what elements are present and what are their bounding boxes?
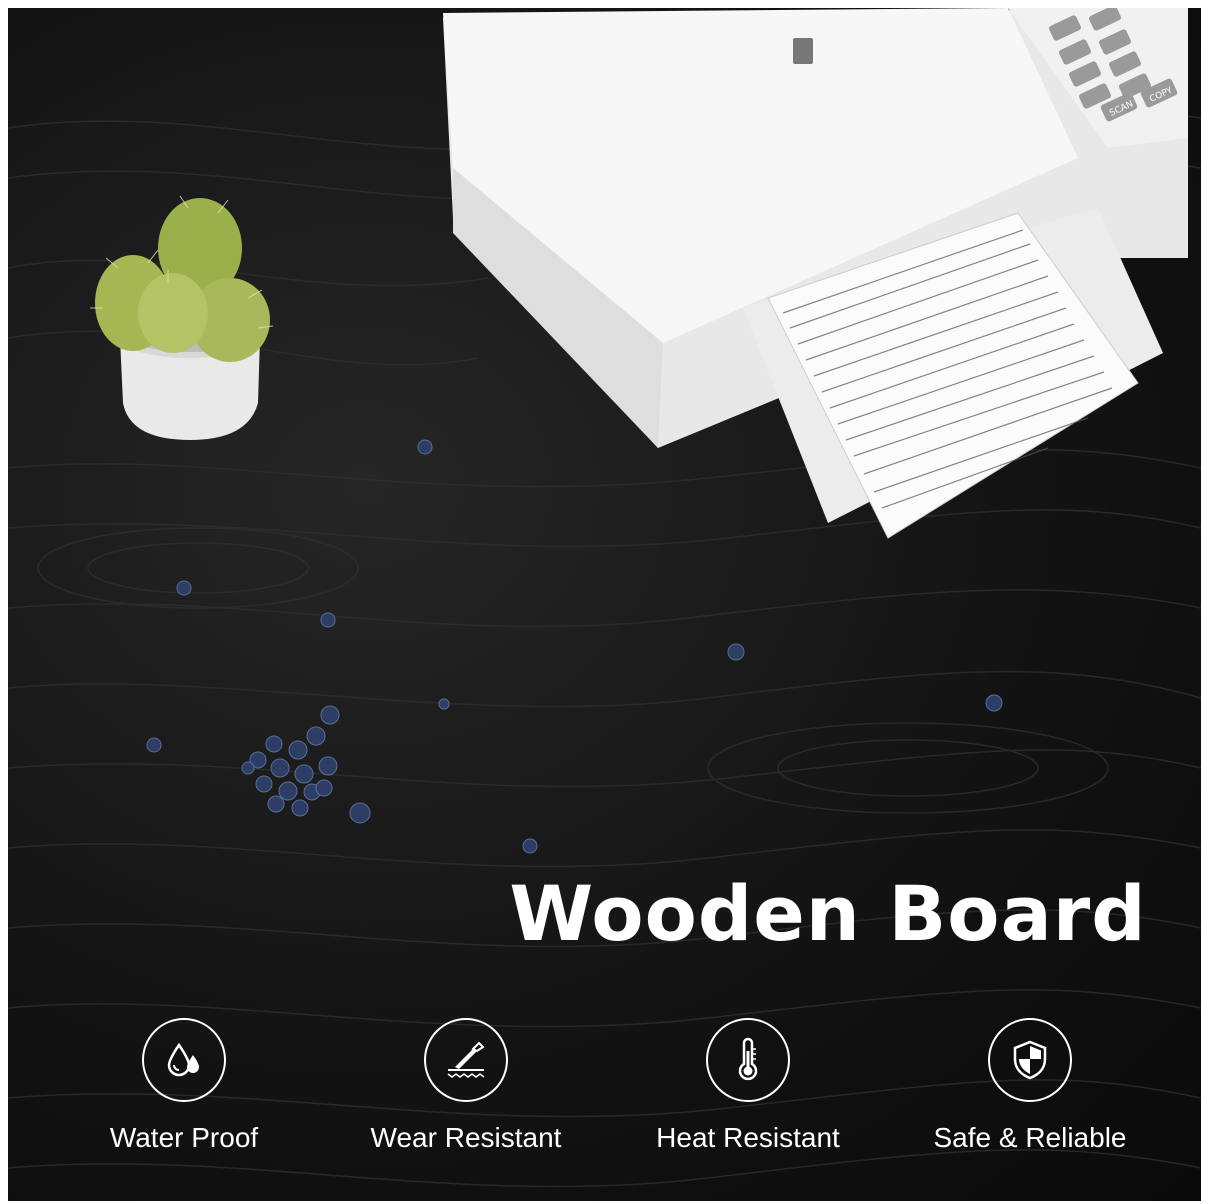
- scratch-blade-icon: [424, 1018, 508, 1102]
- shield-icon: [988, 1018, 1072, 1102]
- cactus-plant: [90, 195, 274, 440]
- printer: SCAN COPY: [443, 8, 1188, 539]
- product-image: SCAN COPY Wooden Board Water Proof Wear …: [8, 8, 1201, 1201]
- headline: Wooden Board: [509, 869, 1147, 958]
- feature-label: Water Proof: [109, 1122, 259, 1153]
- feature-label: Heat Resistant: [656, 1122, 840, 1153]
- water-drops-icon: [142, 1018, 226, 1102]
- feature-water-proof: Water Proof: [54, 1018, 314, 1154]
- feature-safe-reliable: Safe & Reliable: [900, 1018, 1160, 1154]
- feature-wear-resistant: Wear Resistant: [336, 1018, 596, 1154]
- brand-logo: [793, 38, 813, 64]
- thermometer-icon: [706, 1018, 790, 1102]
- feature-heat-resistant: Heat Resistant: [618, 1018, 878, 1154]
- feature-label: Wear Resistant: [370, 1122, 562, 1153]
- feature-label: Safe & Reliable: [933, 1122, 1127, 1153]
